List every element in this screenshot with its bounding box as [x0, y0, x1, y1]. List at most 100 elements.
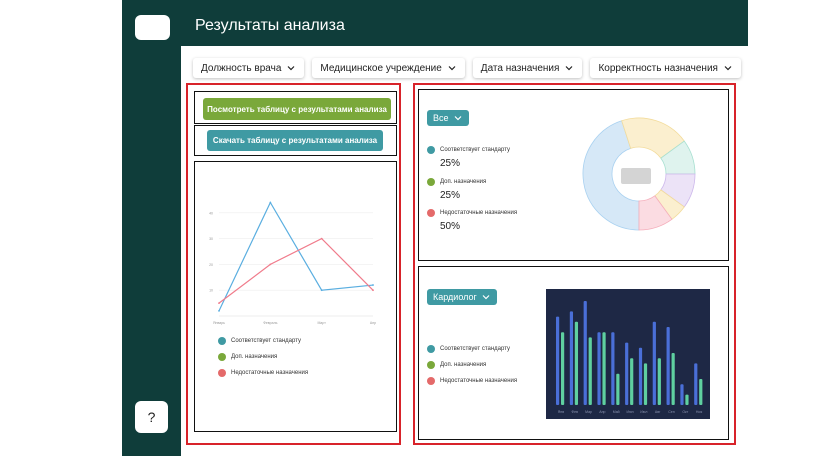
page-title: Результаты анализа: [195, 17, 345, 34]
x-tick-label: Сен: [668, 410, 674, 414]
specialty-card: Кардиолог Соответствует стандарту Доп. н…: [418, 266, 729, 440]
bar: [625, 342, 629, 405]
chevron-down-icon: [482, 295, 490, 300]
data-point: [269, 263, 272, 266]
legend-label: Доп. назначения: [440, 179, 487, 185]
legend-dot-insufficient: [427, 377, 435, 385]
legend-item: Недостаточные назначения: [427, 209, 517, 217]
summary-card: Все Соответствует стандарту 25% Доп. наз…: [418, 89, 729, 261]
bar: [616, 373, 620, 405]
series-line-1: [218, 201, 374, 312]
bar: [680, 384, 684, 405]
chevron-down-icon: [454, 116, 461, 121]
line-chart-frame: 40 30 20 10 Январь Февраль Март Апр Соответству…: [194, 161, 397, 432]
chevron-down-icon: [566, 66, 573, 71]
legend-label: Соответствует стандарту: [231, 338, 302, 344]
view-table-frame: Посмотреть таблицу с результатами анализ…: [194, 91, 397, 124]
filter-doctor-position[interactable]: Должность врача: [193, 58, 305, 78]
legend-dot-additional: [218, 353, 226, 361]
main-content: Должность врача Медицинское учреждение Д…: [181, 46, 748, 456]
x-tick-label: Февраль: [263, 321, 277, 325]
legend-item: Доп. назначения: [427, 361, 486, 369]
summary-selector[interactable]: Все: [427, 110, 469, 126]
legend-dot-insufficient: [218, 369, 226, 377]
view-table-button[interactable]: Посмотреть таблицу с результатами анализ…: [203, 98, 391, 120]
x-tick-label: Янв: [558, 410, 564, 414]
y-tick-label: 20: [209, 263, 213, 267]
filter-appointment-correctness[interactable]: Корректность назначения: [590, 58, 741, 78]
download-table-frame: Скачать таблицу с результатами анализа: [194, 125, 397, 156]
bar: [556, 316, 560, 405]
data-point: [218, 309, 220, 312]
legend-item: Соответствует стандарту: [427, 146, 510, 154]
bar: [588, 337, 592, 405]
chevron-down-icon: [448, 66, 456, 71]
legend-label: Недостаточные назначения: [231, 370, 309, 376]
chevron-down-icon: [724, 66, 732, 71]
series-line-2: [218, 237, 374, 304]
legend-label: Доп. назначения: [231, 354, 278, 360]
app-window: Результаты анализа ? Должность врача Мед…: [122, 0, 748, 456]
legend-item: Недостаточные назначения: [427, 377, 517, 385]
legend-dot-additional: [427, 361, 435, 369]
x-tick-label: Июл: [640, 410, 647, 414]
bar: [638, 347, 643, 405]
donut-chart: [582, 117, 696, 231]
filter-medical-institution[interactable]: Медицинское учреждение: [312, 58, 465, 78]
filter-label: Должность врача: [201, 62, 282, 74]
bar: [666, 327, 670, 405]
bar: [630, 358, 634, 405]
data-point: [269, 201, 272, 204]
x-tick-label: Апр: [599, 410, 605, 414]
legend-label: Недостаточные назначения: [440, 378, 518, 384]
legend-item: Недостаточные назначения: [218, 369, 308, 377]
help-button[interactable]: ?: [135, 401, 168, 433]
legend-dot-standard: [427, 345, 435, 353]
x-tick-label: Июн: [626, 410, 633, 414]
bar: [597, 332, 601, 405]
filter-appointment-date[interactable]: Дата назначения: [472, 58, 583, 78]
right-panel: Все Соответствует стандарту 25% Доп. наз…: [413, 83, 736, 445]
bar: [652, 321, 656, 405]
legend-dot-standard: [218, 337, 226, 345]
legend-label: Доп. назначения: [440, 362, 487, 368]
x-tick-label: Окт: [682, 410, 688, 414]
legend-item: Соответствует стандарту: [427, 345, 510, 353]
x-tick-label: Ноя: [696, 410, 702, 414]
chevron-down-icon: [287, 66, 295, 71]
app-logo[interactable]: [135, 15, 170, 40]
selector-label: Все: [433, 113, 449, 123]
filter-bar: Должность врача Медицинское учреждение Д…: [193, 58, 741, 78]
bar-chart: Янв Фев Мар Апр Май Июн Июл Авг Сен Окт Ноя: [546, 289, 710, 419]
legend-label: Соответствует стандарту: [440, 346, 511, 352]
download-table-button[interactable]: Скачать таблицу с результатами анализа: [207, 130, 383, 151]
filter-label: Корректность назначения: [598, 62, 718, 74]
bar: [583, 301, 587, 405]
data-point: [372, 289, 374, 292]
percent-insufficient: 50%: [440, 221, 461, 232]
x-tick-label: Авг: [655, 410, 661, 414]
legend-item: Доп. назначения: [218, 353, 277, 361]
left-panel: Посмотреть таблицу с результатами анализ…: [186, 83, 401, 445]
bar: [611, 332, 615, 405]
x-tick-label: Фев: [571, 410, 578, 414]
y-tick-label: 10: [209, 289, 213, 293]
line-chart: 40 30 20 10 Январь Февраль Март Апр: [209, 201, 376, 325]
bar: [694, 363, 698, 405]
y-tick-label: 30: [209, 237, 213, 241]
x-tick-label: Апр: [370, 321, 376, 325]
legend-label: Недостаточные назначения: [440, 210, 518, 216]
bar: [602, 332, 606, 405]
percent-standard: 25%: [440, 158, 461, 169]
bar: [643, 363, 648, 405]
specialty-selector[interactable]: Кардиолог: [427, 289, 497, 305]
x-tick-label: Мар: [585, 410, 592, 414]
legend-dot-insufficient: [427, 209, 435, 217]
x-tick-label: Январь: [213, 321, 225, 325]
data-point: [372, 284, 374, 286]
data-point: [218, 302, 220, 304]
data-point: [320, 237, 323, 240]
bar: [671, 353, 675, 405]
bar: [685, 394, 689, 405]
bar: [561, 332, 565, 405]
